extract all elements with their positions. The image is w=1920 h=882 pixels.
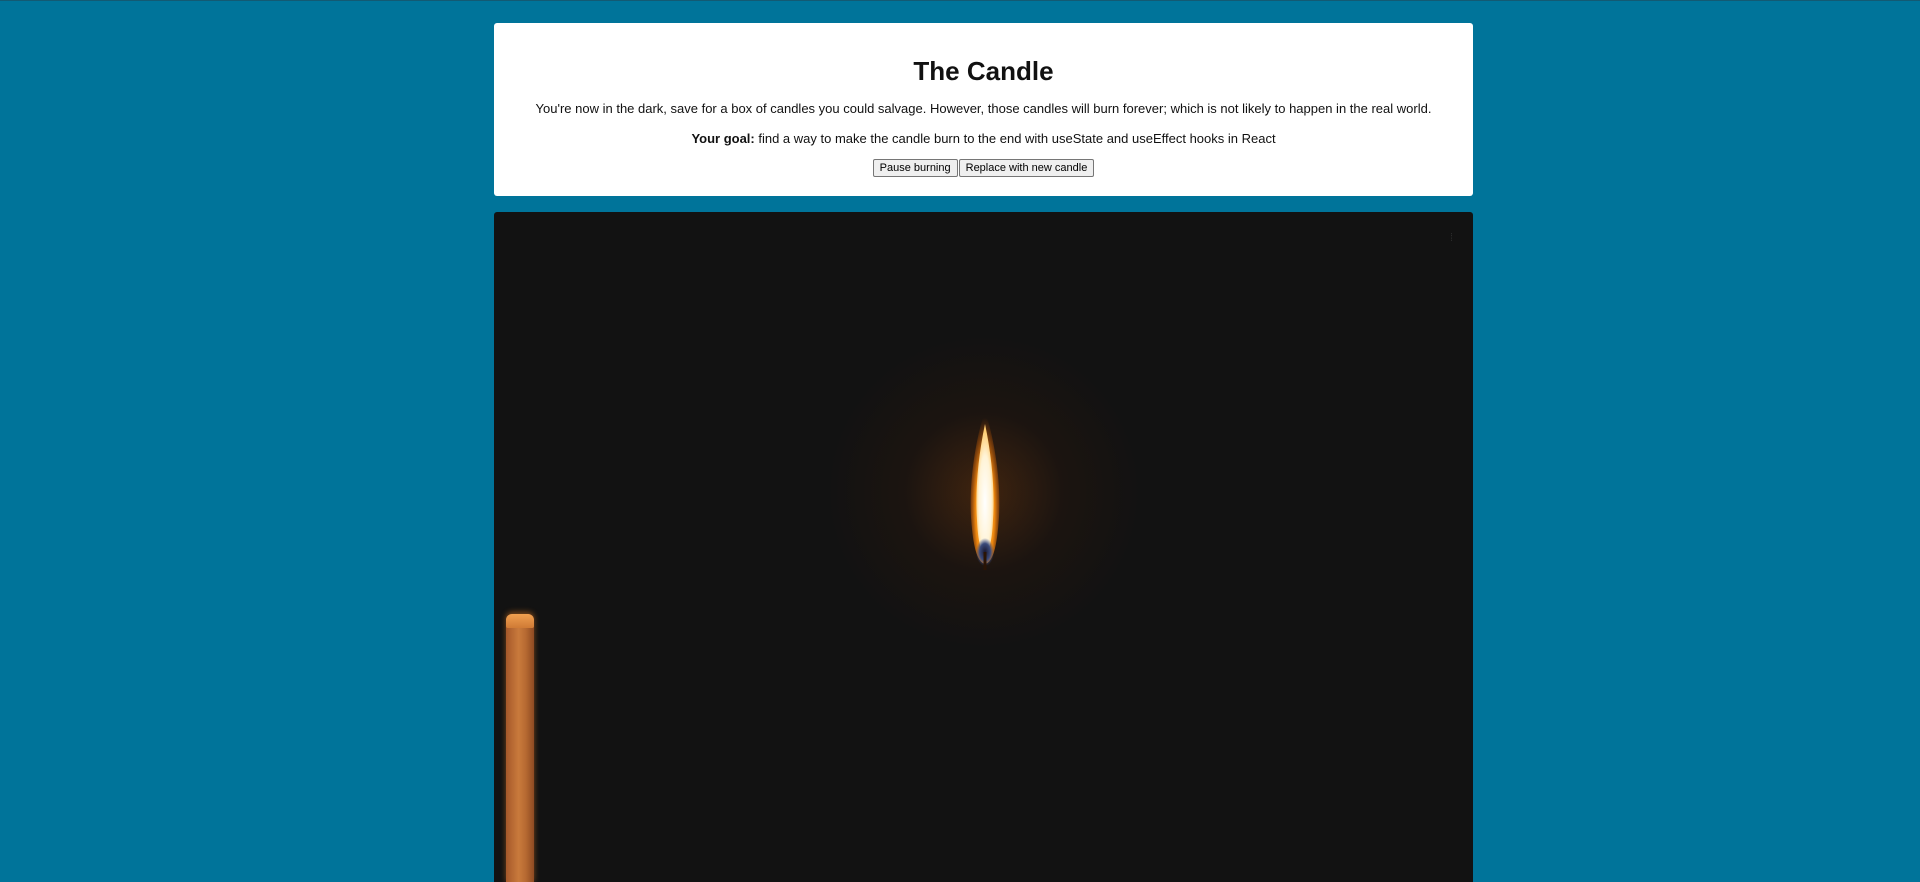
goal-label: Your goal: bbox=[691, 131, 755, 146]
candle-stage: ⁞ bbox=[494, 212, 1473, 882]
candle bbox=[494, 212, 1473, 882]
goal-text: Your goal: find a way to make the candle… bbox=[494, 131, 1473, 147]
pause-burning-button[interactable]: Pause burning bbox=[872, 159, 958, 177]
control-buttons: Pause burning Replace with new candle bbox=[494, 159, 1473, 177]
flame-icon bbox=[970, 410, 1000, 570]
page-title: The Candle bbox=[913, 56, 1054, 86]
candle-top bbox=[506, 614, 534, 628]
replace-candle-button[interactable]: Replace with new candle bbox=[958, 159, 1095, 177]
info-card: The Candle You're now in the dark, save … bbox=[494, 23, 1473, 196]
candle-body bbox=[506, 614, 534, 882]
goal-description: find a way to make the candle burn to th… bbox=[754, 131, 1276, 146]
description-text: You're now in the dark, save for a box o… bbox=[535, 101, 1432, 116]
